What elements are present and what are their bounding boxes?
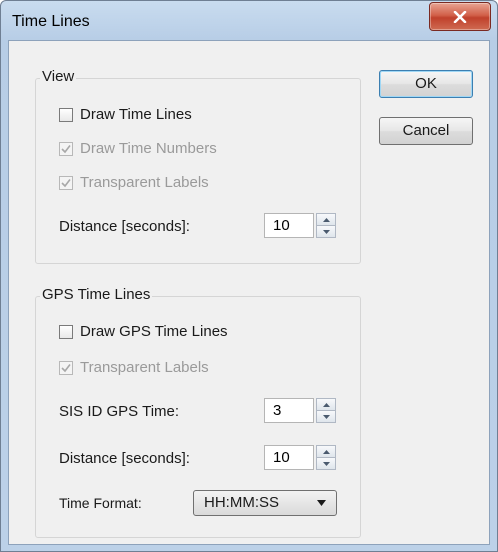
view-group: View Draw Time Lines Draw Time Numbers T… bbox=[35, 68, 361, 264]
spinner-buttons bbox=[316, 213, 336, 238]
check-icon bbox=[61, 178, 71, 187]
time-format-label: Time Format: bbox=[59, 495, 142, 511]
spin-up-icon bbox=[322, 402, 330, 407]
draw-time-lines-label: Draw Time Lines bbox=[80, 106, 192, 123]
spin-down-button[interactable] bbox=[316, 458, 336, 470]
draw-gps-time-lines-checkbox[interactable]: Draw GPS Time Lines bbox=[59, 323, 228, 340]
cancel-button[interactable]: Cancel bbox=[379, 117, 473, 145]
dialog-window: Time Lines View Draw Time Lines Draw Tim… bbox=[0, 0, 498, 552]
time-format-value: HH:MM:SS bbox=[204, 494, 279, 511]
draw-time-lines-checkbox[interactable]: Draw Time Lines bbox=[59, 106, 192, 123]
chevron-down-icon bbox=[317, 500, 326, 506]
checkbox-box bbox=[59, 175, 73, 190]
check-icon bbox=[61, 363, 71, 372]
checkbox-box bbox=[59, 141, 73, 156]
view-distance-spinner[interactable]: 10 bbox=[264, 213, 336, 238]
gps-distance-spinner[interactable]: 10 bbox=[264, 445, 336, 470]
view-group-label: View bbox=[40, 68, 77, 85]
spin-up-icon bbox=[322, 217, 330, 222]
window-title: Time Lines bbox=[12, 13, 90, 30]
spin-down-button[interactable] bbox=[316, 226, 336, 238]
draw-gps-time-lines-label: Draw GPS Time Lines bbox=[80, 323, 228, 340]
checkbox-box bbox=[59, 360, 73, 375]
spinner-buttons bbox=[316, 445, 336, 470]
view-transparent-labels-checkbox: Transparent Labels bbox=[59, 174, 209, 191]
view-transparent-labels-label: Transparent Labels bbox=[80, 174, 209, 191]
sis-id-gps-time-input[interactable]: 3 bbox=[264, 398, 314, 423]
title-bar[interactable]: Time Lines bbox=[1, 1, 497, 41]
draw-time-numbers-checkbox: Draw Time Numbers bbox=[59, 140, 217, 157]
spin-up-icon bbox=[322, 449, 330, 454]
time-format-select[interactable]: HH:MM:SS bbox=[193, 490, 337, 516]
dialog-client-area: View Draw Time Lines Draw Time Numbers T… bbox=[8, 40, 490, 545]
gps-group-label: GPS Time Lines bbox=[40, 286, 153, 303]
gps-transparent-labels-checkbox: Transparent Labels bbox=[59, 359, 209, 376]
spin-down-icon bbox=[322, 461, 330, 466]
spin-down-icon bbox=[322, 229, 330, 234]
spin-down-icon bbox=[322, 414, 330, 419]
gps-distance-input[interactable]: 10 bbox=[264, 445, 314, 470]
close-icon bbox=[453, 10, 467, 23]
draw-time-numbers-label: Draw Time Numbers bbox=[80, 140, 217, 157]
spin-up-button[interactable] bbox=[316, 398, 336, 411]
gps-distance-label: Distance [seconds]: bbox=[59, 450, 190, 467]
spin-down-button[interactable] bbox=[316, 411, 336, 423]
spin-up-button[interactable] bbox=[316, 445, 336, 458]
sis-id-gps-time-label: SIS ID GPS Time: bbox=[59, 403, 180, 420]
view-distance-input[interactable]: 10 bbox=[264, 213, 314, 238]
ok-button[interactable]: OK bbox=[379, 70, 473, 98]
gps-transparent-labels-label: Transparent Labels bbox=[80, 359, 209, 376]
checkbox-box[interactable] bbox=[59, 107, 73, 122]
spin-up-button[interactable] bbox=[316, 213, 336, 226]
checkbox-box[interactable] bbox=[59, 324, 73, 339]
check-icon bbox=[61, 144, 71, 153]
spinner-buttons bbox=[316, 398, 336, 423]
gps-time-lines-group: GPS Time Lines Draw GPS Time Lines Trans… bbox=[35, 286, 361, 538]
close-button[interactable] bbox=[429, 2, 491, 31]
view-distance-label: Distance [seconds]: bbox=[59, 218, 190, 235]
sis-id-gps-time-spinner[interactable]: 3 bbox=[264, 398, 336, 423]
